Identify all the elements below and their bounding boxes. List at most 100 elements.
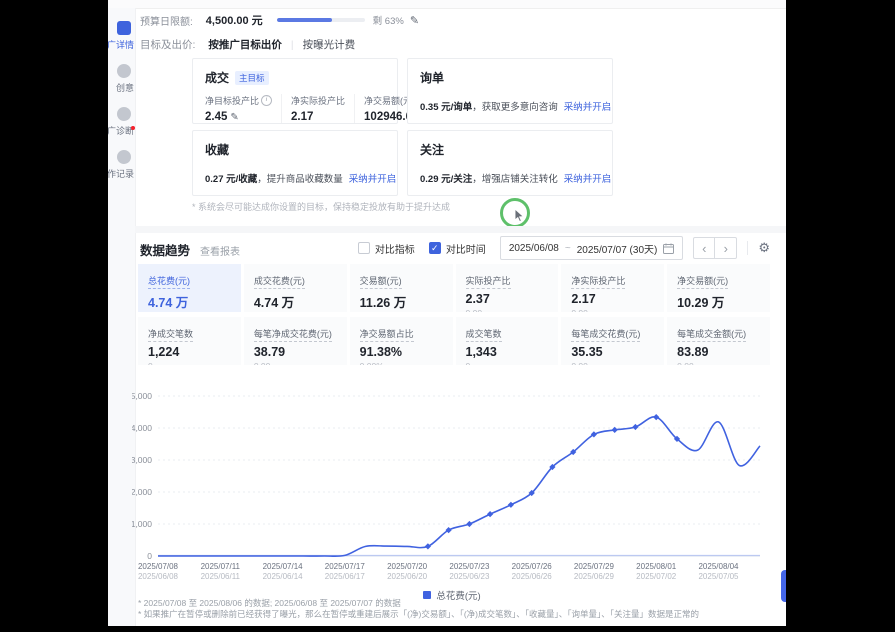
goal-card-desc-text: ，提升商品收藏数量 [257, 174, 343, 185]
budget-progress-fill [277, 18, 332, 22]
metric-card-成交花费(元)[interactable]: 成交花费(元)4.74 万0.00 [244, 264, 347, 312]
date-range-start[interactable]: 2025/06/08 [509, 243, 559, 254]
metric-card-label: 净交易额占比 [360, 327, 414, 342]
goal-card-title-row: 询单 [420, 69, 600, 86]
side-drawer-pill[interactable] [781, 570, 786, 602]
metric-card-row: 总花费(元)4.74 万0.00成交花费(元)4.74 万0.00交易额(元)1… [138, 264, 770, 312]
date-range-separator: ~ [565, 243, 571, 254]
sidebar-item-icon [117, 107, 131, 121]
tab-bid-by-goal[interactable]: 按推广目标出价 [208, 37, 282, 52]
budget-edit-icon[interactable]: ✎ [410, 14, 419, 27]
tab-divider: | [291, 39, 294, 51]
goal-card-询单[interactable]: 询单 0.35 元/询单，获取更多意向咨询采纳并开启 [407, 58, 613, 124]
metric-card-label: 每笔成交金额(元) [677, 327, 746, 342]
trend-header: 数据趋势 查看报表 [140, 240, 240, 259]
goal-card-title: 询单 [420, 69, 444, 86]
goal-metric-value: 2.17 [291, 111, 345, 123]
compare-time-toggle[interactable]: ✓ 对比时间 [429, 241, 486, 256]
mouse-cursor-icon [514, 209, 526, 223]
svg-text:2025/07/02: 2025/07/02 [636, 572, 677, 581]
goal-card-desc-text: ，增强店铺关注转化 [472, 174, 558, 185]
sidebar-item-推广详情[interactable]: 推广详情 [108, 21, 135, 51]
sidebar-item-icon [117, 64, 131, 78]
metric-card-value: 1,343 [466, 345, 549, 359]
svg-text:2025/06/17: 2025/06/17 [325, 572, 366, 581]
metric-card-label: 净实际投产比 [571, 274, 625, 289]
adopt-and-enable-link[interactable]: 采纳并开启 [564, 174, 612, 185]
svg-text:2025/07/11: 2025/07/11 [201, 562, 241, 571]
svg-text:2025/06/26: 2025/06/26 [512, 572, 553, 581]
adopt-and-enable-link[interactable]: 采纳并开启 [349, 174, 397, 185]
metric-card-总花费(元)[interactable]: 总花费(元)4.74 万0.00 [138, 264, 241, 312]
metric-card-label: 成交笔数 [466, 327, 502, 342]
goal-card-成交[interactable]: 成交主目标净目标投产比i2.45✎净实际投产比2.17净交易额(元)102946… [192, 58, 398, 124]
svg-text:0: 0 [147, 551, 152, 561]
compare-time-label: 对比时间 [446, 241, 486, 256]
metric-card-净交易额(元)[interactable]: 净交易额(元)10.29 万0.00 [667, 264, 770, 312]
metric-card-交易额(元)[interactable]: 交易额(元)11.26 万0.00 [350, 264, 453, 312]
edit-icon[interactable]: ✎ [230, 112, 238, 123]
tab-bid-by-impression[interactable]: 按曝光计费 [303, 37, 356, 52]
view-report-link[interactable]: 查看报表 [200, 243, 240, 258]
goal-card-title-row: 收藏 [205, 141, 385, 158]
goal-card-description: 0.35 元/询单，获取更多意向咨询采纳并开启 [420, 99, 600, 113]
daily-budget-row: 预算日限额: 4,500.00 元 剩 63% ✎ [140, 11, 419, 29]
compare-metric-toggle[interactable]: 对比指标 [358, 241, 415, 256]
metric-card-compare-value: 0 [148, 361, 231, 365]
date-range-picker[interactable]: 2025/06/08 ~ 2025/07/07 (30天) [500, 236, 684, 260]
metric-card-value: 91.38% [360, 345, 443, 359]
sidebar-item-创意[interactable]: 创意 [108, 64, 135, 94]
sidebar-item-操作记录[interactable]: 操作记录 [108, 150, 135, 180]
goal-metric: 净实际投产比2.17 [291, 94, 355, 123]
goal-card-收藏[interactable]: 收藏 0.27 元/收藏，提升商品收藏数量采纳并开启 [192, 130, 398, 196]
metric-card-净实际投产比[interactable]: 净实际投产比2.170.00 [561, 264, 664, 312]
goal-card-title: 关注 [420, 141, 444, 158]
click-indicator-ring [500, 198, 530, 228]
goal-card-desc-text: ，获取更多意向咨询 [472, 102, 558, 113]
sidebar-item-label: 推广详情 [108, 38, 134, 51]
metric-card-label: 每笔成交花费(元) [571, 327, 640, 342]
calendar-icon [663, 243, 674, 254]
metric-card-value: 35.35 [571, 345, 654, 359]
date-range-end[interactable]: 2025/07/07 (30天) [577, 241, 658, 256]
compare-metric-label: 对比指标 [375, 241, 415, 256]
compare-metric-checkbox[interactable] [358, 242, 370, 254]
footnote-line: * 如果推广在暂停或删除前已经获得了曝光，那么在暂停或重建后展示「(净)交易额」… [138, 609, 758, 620]
svg-text:2025/07/17: 2025/07/17 [325, 562, 366, 571]
svg-text:2025/06/08: 2025/06/08 [138, 572, 179, 581]
metric-card-value: 10.29 万 [677, 292, 760, 311]
metric-card-compare-value: 0 [466, 361, 549, 365]
primary-goal-badge: 主目标 [235, 71, 269, 85]
metric-card-label: 实际投产比 [466, 274, 511, 289]
goal-card-description: 0.29 元/关注，增强店铺关注转化采纳并开启 [420, 171, 600, 185]
metric-card-净成交笔数[interactable]: 净成交笔数1,2240 [138, 317, 241, 365]
next-period-button[interactable]: › [715, 237, 737, 259]
svg-text:2025/08/04: 2025/08/04 [698, 562, 739, 571]
info-icon[interactable]: i [261, 95, 272, 106]
metric-card-每笔成交金额(元)[interactable]: 每笔成交金额(元)83.890.00 [667, 317, 770, 365]
goal-card-price: 0.29 元/关注 [420, 174, 472, 185]
metric-card-value: 38.79 [254, 345, 337, 359]
metric-card-value: 1,224 [148, 345, 231, 359]
metric-card-成交笔数[interactable]: 成交笔数 1,343 0 [456, 317, 559, 365]
svg-text:2025/06/23: 2025/06/23 [449, 572, 490, 581]
metric-card-value: 4.74 万 [148, 292, 231, 311]
sidebar-item-label: 创意 [108, 81, 134, 94]
compare-time-checkbox[interactable]: ✓ [429, 242, 441, 254]
svg-text:2025/07/14: 2025/07/14 [263, 562, 304, 571]
metric-card-净交易额占比[interactable]: 净交易额占比91.38%0.00% [350, 317, 453, 365]
sidebar-item-推广诊断[interactable]: 推广诊断 [108, 107, 135, 137]
goal-card-关注[interactable]: 关注 0.29 元/关注，增强店铺关注转化采纳并开启 [407, 130, 613, 196]
settings-gear-icon[interactable]: ⚙ [758, 240, 770, 256]
metric-card-实际投产比[interactable]: 实际投产比2.370.00 [456, 264, 559, 312]
metric-card-每笔净成交花费(元)[interactable]: 每笔净成交花费(元)38.790.00 [244, 317, 347, 365]
trend-controls: 对比指标 ✓ 对比时间 2025/06/08 ~ 2025/07/07 (30天… [358, 236, 770, 260]
goal-metric-label: 净目标投产比i [205, 94, 272, 107]
prev-period-button[interactable]: ‹ [693, 237, 715, 259]
svg-text:2025/08/01: 2025/08/01 [636, 562, 677, 571]
metric-card-每笔成交花费(元)[interactable]: 每笔成交花费(元)35.350.00 [561, 317, 664, 365]
goal-card-description: 0.27 元/收藏，提升商品收藏数量采纳并开启 [205, 171, 385, 185]
svg-text:1,000: 1,000 [132, 519, 152, 529]
adopt-and-enable-link[interactable]: 采纳并开启 [564, 102, 612, 113]
trend-line-chart[interactable]: 01,0002,0003,0004,0005,0002025/07/082025… [132, 388, 772, 588]
